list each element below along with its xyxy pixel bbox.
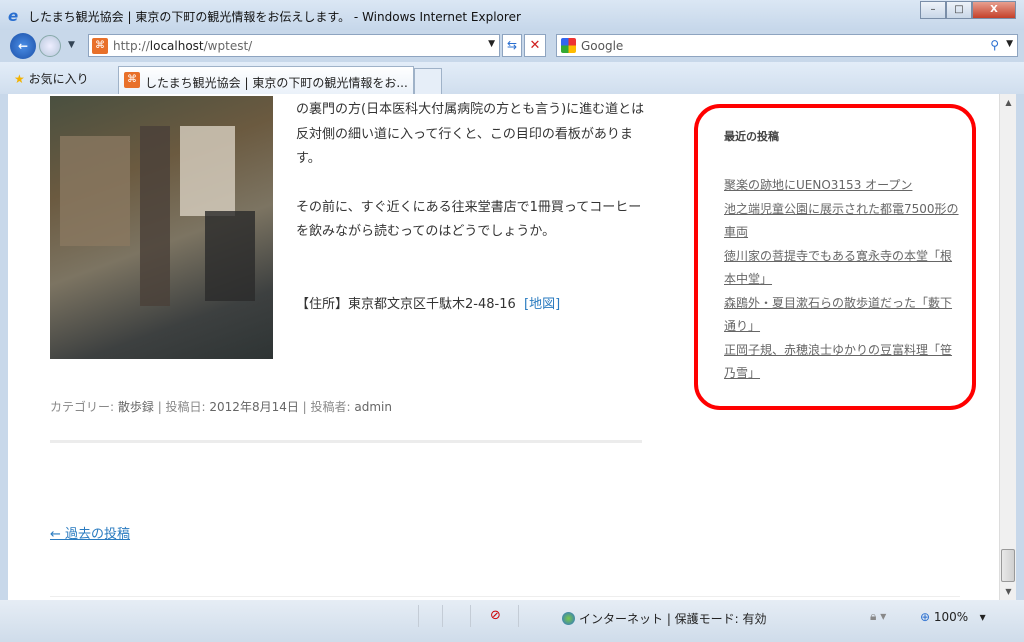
- author-link[interactable]: admin: [354, 400, 392, 414]
- page-content: の裏門の方(日本医科大付属病院の方とも言う)に進む道とは反対側の細い道に入って行…: [8, 94, 1016, 600]
- back-button[interactable]: ←: [10, 33, 36, 59]
- list-item: 森鴎外・夏目漱石らの散歩道だった「藪下通り」: [724, 292, 960, 339]
- search-icon[interactable]: ⚲: [990, 38, 999, 52]
- search-box[interactable]: Google ⚲ ▼: [556, 34, 1018, 57]
- divider: [50, 440, 642, 443]
- recent-post-link[interactable]: 森鴎外・夏目漱石らの散歩道だった「藪下通り」: [724, 296, 952, 334]
- zoom-level[interactable]: ⊕ 100% ▾: [920, 610, 986, 624]
- minimize-button[interactable]: –: [920, 1, 946, 19]
- star-icon: ★: [14, 72, 25, 86]
- map-link[interactable]: [地図]: [524, 297, 560, 312]
- recent-post-link[interactable]: 徳川家の菩提寺でもある寛永寺の本堂「根本中堂」: [724, 249, 952, 287]
- recent-pages-dropdown-icon[interactable]: ▼: [68, 40, 75, 50]
- protected-mode-icon[interactable]: 🔒︎ ▾: [870, 609, 886, 624]
- previous-posts-link[interactable]: ← 過去の投稿: [50, 523, 130, 542]
- new-tab-button[interactable]: [414, 68, 442, 94]
- tab-favicon-icon: ⌘: [124, 72, 140, 88]
- close-button[interactable]: X: [972, 1, 1016, 19]
- stop-button[interactable]: ✕: [524, 34, 546, 57]
- ie-logo-icon: e: [8, 7, 19, 25]
- favorites-button[interactable]: ★ お気に入り: [14, 70, 89, 87]
- scroll-up-icon[interactable]: ▲: [1000, 94, 1017, 111]
- post-meta: カテゴリー: 散歩録 | 投稿日: 2012年8月14日 | 投稿者: admi…: [50, 400, 392, 414]
- window-title: したまち観光協会 | 東京の下町の観光情報をお伝えします。 - Windows …: [28, 10, 521, 24]
- popup-blocker-icon[interactable]: ⊘: [490, 608, 501, 623]
- list-item: 徳川家の菩提寺でもある寛永寺の本堂「根本中堂」: [724, 245, 960, 292]
- recent-posts-widget: 最近の投稿 聚楽の跡地にUENO3153 オープン 池之端児童公園に展示された都…: [694, 104, 976, 410]
- list-item: 正岡子規、赤穂浪士ゆかりの豆富料理「笹乃雪」: [724, 339, 960, 386]
- globe-icon: [562, 612, 575, 625]
- vertical-scrollbar[interactable]: ▲ ▼: [999, 94, 1016, 600]
- search-input[interactable]: Google: [581, 39, 623, 53]
- security-zone[interactable]: インターネット | 保護モード: 有効: [562, 610, 767, 627]
- list-item: 池之端児童公園に展示された都電7500形の車両: [724, 198, 960, 245]
- tab-bar: ★ お気に入り ⌘ したまち観光協会 | 東京の下町の観光情報をお...: [0, 62, 1024, 94]
- divider: [50, 596, 960, 597]
- site-favicon-icon: ⌘: [92, 38, 108, 54]
- google-logo-icon: [561, 38, 576, 53]
- article-body: の裏門の方(日本医科大付属病院の方とも言う)に進む道とは反対側の細い道に入って行…: [296, 98, 646, 341]
- tab-active[interactable]: ⌘ したまち観光協会 | 東京の下町の観光情報をお...: [118, 66, 414, 94]
- address-url[interactable]: http://localhost/wptest/: [113, 39, 252, 53]
- maximize-button[interactable]: □: [946, 1, 972, 19]
- status-bar: ⊘ インターネット | 保護モード: 有効 🔒︎ ▾ ⊕ 100% ▾: [0, 600, 1024, 642]
- scrollbar-thumb[interactable]: [1001, 549, 1015, 582]
- recent-post-link[interactable]: 池之端児童公園に展示された都電7500形の車両: [724, 202, 959, 240]
- article-address: 【住所】東京都文京区千駄木2-48-16 [地図]: [296, 296, 561, 312]
- recent-post-link[interactable]: 正岡子規、赤穂浪士ゆかりの豆富料理「笹乃雪」: [724, 343, 952, 381]
- refresh-button[interactable]: ⇆: [502, 34, 522, 57]
- list-item: 聚楽の跡地にUENO3153 オープン: [724, 174, 960, 198]
- signboard-photo: [50, 96, 273, 359]
- scroll-down-icon[interactable]: ▼: [1000, 583, 1017, 600]
- date-link[interactable]: 2012年8月14日: [209, 400, 298, 414]
- search-options-dropdown-icon[interactable]: ▼: [1006, 39, 1013, 49]
- article-paragraph: その前に、すぐ近くにある往来堂書店で1冊買ってコーヒーを飲みながら読むってのはど…: [296, 199, 642, 240]
- category-link[interactable]: 散歩録: [118, 400, 154, 414]
- article-paragraph: の裏門の方(日本医科大付属病院の方とも言う)に進む道とは反対側の細い道に入って行…: [296, 102, 645, 166]
- widget-heading: 最近の投稿: [724, 130, 779, 143]
- title-bar: e したまち観光協会 | 東京の下町の観光情報をお伝えします。 - Window…: [0, 0, 1024, 30]
- address-dropdown-icon[interactable]: ▼: [488, 39, 495, 49]
- recent-post-link[interactable]: 聚楽の跡地にUENO3153 オープン: [724, 178, 912, 192]
- forward-button[interactable]: [39, 35, 61, 57]
- navigation-bar: ← ▼ ⌘ http://localhost/wptest/ ▼ ⇆ ✕ Goo…: [0, 30, 1024, 62]
- address-bar[interactable]: ⌘ http://localhost/wptest/ ▼: [88, 34, 500, 57]
- zoom-icon: ⊕: [920, 610, 931, 624]
